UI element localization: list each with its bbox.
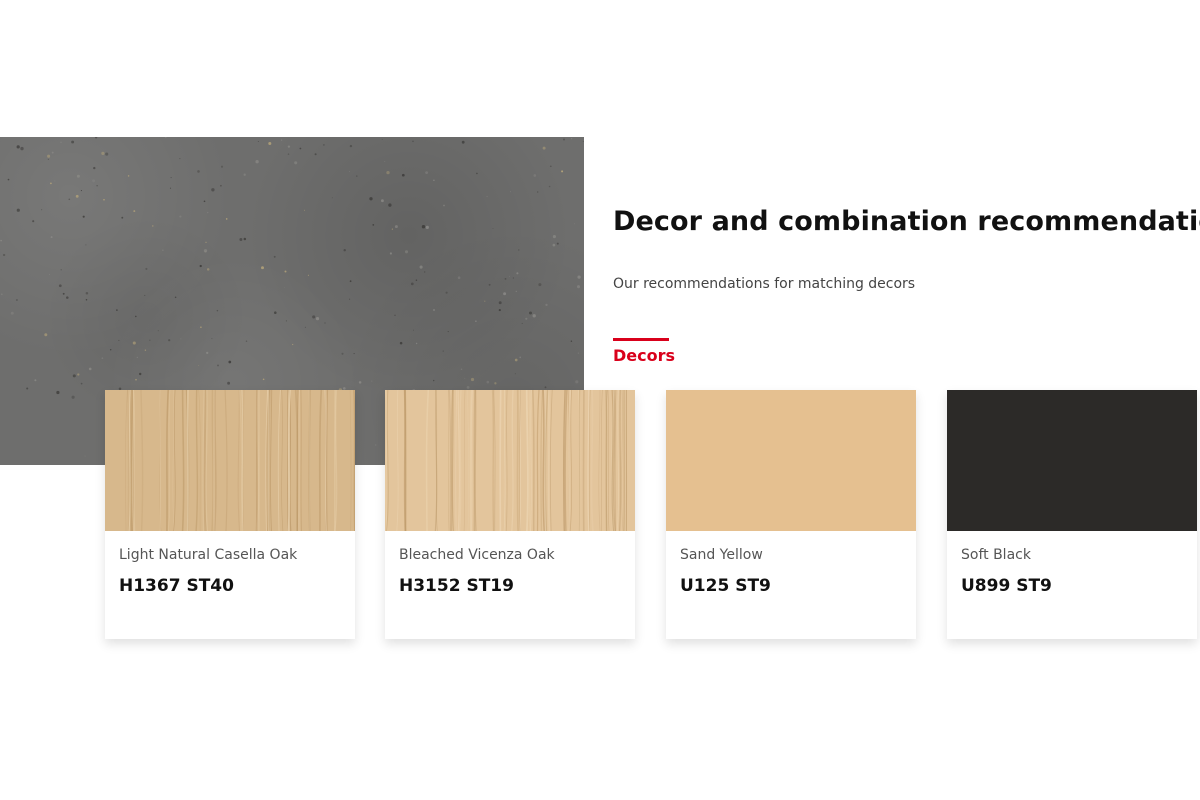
- decor-card-light-natural-casella-oak[interactable]: Light Natural Casella Oak H1367 ST40: [105, 390, 355, 639]
- section-heading: Decor and combination recommendations: [613, 206, 1200, 237]
- decor-swatch: [385, 390, 635, 531]
- decor-card-sand-yellow[interactable]: Sand Yellow U125 ST9: [666, 390, 916, 639]
- decor-code: H3152 ST19: [399, 576, 514, 596]
- solid-color-swatch: [666, 390, 916, 531]
- active-tab-indicator: [613, 338, 669, 341]
- tab-decors-label: Decors: [613, 346, 676, 365]
- decor-code: H1367 ST40: [119, 576, 234, 596]
- decor-code: U899 ST9: [961, 576, 1052, 596]
- solid-color-swatch: [947, 390, 1197, 531]
- section-subtitle: Our recommendations for matching decors: [613, 276, 916, 292]
- wood-swatch-image: [385, 390, 635, 531]
- decor-card-bleached-vicenza-oak[interactable]: Bleached Vicenza Oak H3152 ST19: [385, 390, 635, 639]
- decor-swatch: [947, 390, 1197, 531]
- decor-name: Soft Black: [961, 547, 1031, 563]
- decor-card-soft-black[interactable]: Soft Black U899 ST9: [947, 390, 1197, 639]
- wood-swatch-image: [105, 390, 355, 531]
- page: Decor and combination recommendations Ou…: [0, 0, 1200, 800]
- decor-name: Light Natural Casella Oak: [119, 547, 298, 563]
- decor-swatch: [105, 390, 355, 531]
- decor-code: U125 ST9: [680, 576, 771, 596]
- decor-swatch: [666, 390, 916, 531]
- decor-name: Bleached Vicenza Oak: [399, 547, 555, 563]
- decor-name: Sand Yellow: [680, 547, 763, 563]
